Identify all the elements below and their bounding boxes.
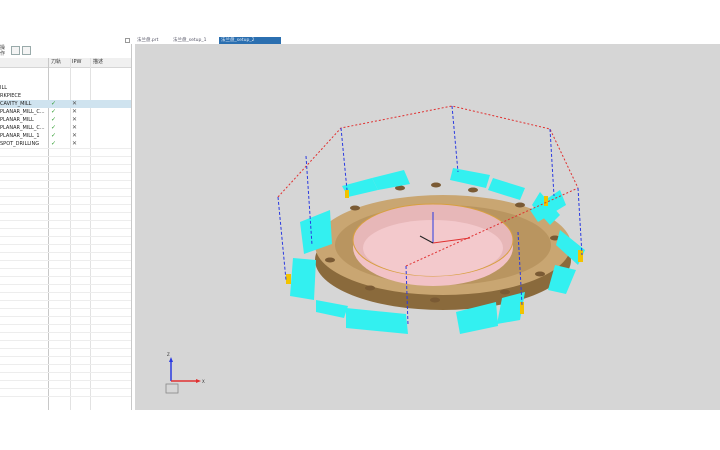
navigator-row[interactable] [0,76,131,84]
empty-row-line [0,180,131,181]
empty-row-line [0,244,131,245]
empty-row-line [0,332,131,333]
empty-row-line [0,148,131,149]
navigator-row[interactable]: RKPIECE [0,92,131,100]
operation-name: CAVITY_MILL [0,101,32,107]
col-ipw[interactable]: IPW [72,58,82,68]
empty-row-line [0,300,131,301]
navigator-row[interactable]: PLANAR_MILL_C... ✓ ✕ [0,124,131,132]
empty-row-line [0,196,131,197]
check-icon: ✓ [51,124,57,131]
operation-name: RKPIECE [0,93,22,99]
check-icon: ✓ [51,116,57,123]
check-icon: ✓ [51,140,57,147]
navigator-row[interactable]: SPOT_DRILLING ✓ ✕ [0,140,131,148]
navigator-row[interactable]: ILL [0,84,131,92]
empty-row-line [0,324,131,325]
operation-navigator: 操 作 刀轨 IPW 描述 ILL RKPIECE CAVITY_MILL ✓ ✕ PLA… [0,44,132,410]
empty-row-line [0,308,131,309]
empty-row-line [0,228,131,229]
navigator-row[interactable]: PLANAR_MILL_1 ✓ ✕ [0,132,131,140]
ipw-x-icon: ✕ [72,108,78,115]
part-view: Z X [165,105,585,394]
expand-icon[interactable] [11,46,20,55]
empty-row-line [0,212,131,213]
ipw-x-icon: ✕ [72,132,78,139]
empty-row-line [0,364,131,365]
toolbar-label-2: 作 [0,51,6,57]
document-tabs: 法兰盘.prt 法兰盘_setup_1 法兰盘_setup_2 [135,37,720,44]
empty-row-line [0,156,131,157]
column-header-bar [0,58,131,68]
navigator-row[interactable] [0,68,131,76]
empty-row-line [0,252,131,253]
empty-row-line [0,220,131,221]
ipw-x-icon: ✕ [72,124,78,131]
empty-row-line [0,260,131,261]
triad-x-label: X [202,379,205,384]
empty-row-line [0,380,131,381]
check-icon: ✓ [51,108,57,115]
empty-row-line [0,292,131,293]
navigator-toolbar: 操 作 [0,44,131,58]
ipw-x-icon: ✕ [72,116,78,123]
operation-name: PLANAR_MILL_C... [0,125,45,131]
col-toolpath[interactable]: 刀轨 [51,58,62,68]
operation-name: PLANAR_MILL_1 [0,133,40,139]
triad-z-label: Z [167,352,170,357]
empty-row-line [0,204,131,205]
empty-row-line [0,396,131,397]
operation-name: ILL [0,85,8,91]
empty-row-line [0,356,131,357]
empty-row-line [0,276,131,277]
empty-row-line [0,164,131,165]
collapse-icon[interactable] [22,46,31,55]
empty-row-line [0,188,131,189]
tab-2[interactable]: 法兰盘_setup_2 [219,37,281,44]
operation-name: SPOT_DRILLING [0,141,40,147]
tab-1[interactable]: 法兰盘_setup_1 [171,37,219,44]
tab-0[interactable]: 法兰盘.prt [135,37,172,44]
col-description[interactable]: 描述 [93,58,104,68]
ipw-x-icon: ✕ [72,100,78,107]
check-icon: ✓ [51,100,57,107]
empty-row-line [0,172,131,173]
empty-row-line [0,316,131,317]
empty-row-line [0,348,131,349]
empty-row-line [0,388,131,389]
empty-row-line [0,284,131,285]
empty-row-line [0,340,131,341]
ipw-x-icon: ✕ [72,140,78,147]
empty-row-line [0,268,131,269]
empty-row-line [0,372,131,373]
view-triad: Z X [165,352,205,394]
navigator-row[interactable]: PLANAR_MILL_C... ✓ ✕ [0,108,131,116]
check-icon: ✓ [51,132,57,139]
restore-icon[interactable] [125,38,130,43]
navigator-row[interactable]: PLANAR_MILL ✓ ✕ [0,116,131,124]
graphics-viewport[interactable]: Z X [135,44,720,410]
bottom-strip [0,410,720,450]
navigator-row[interactable]: CAVITY_MILL ✓ ✕ [0,100,131,108]
operation-name: PLANAR_MILL [0,117,34,123]
empty-row-line [0,236,131,237]
operation-name: PLANAR_MILL_C... [0,109,45,115]
